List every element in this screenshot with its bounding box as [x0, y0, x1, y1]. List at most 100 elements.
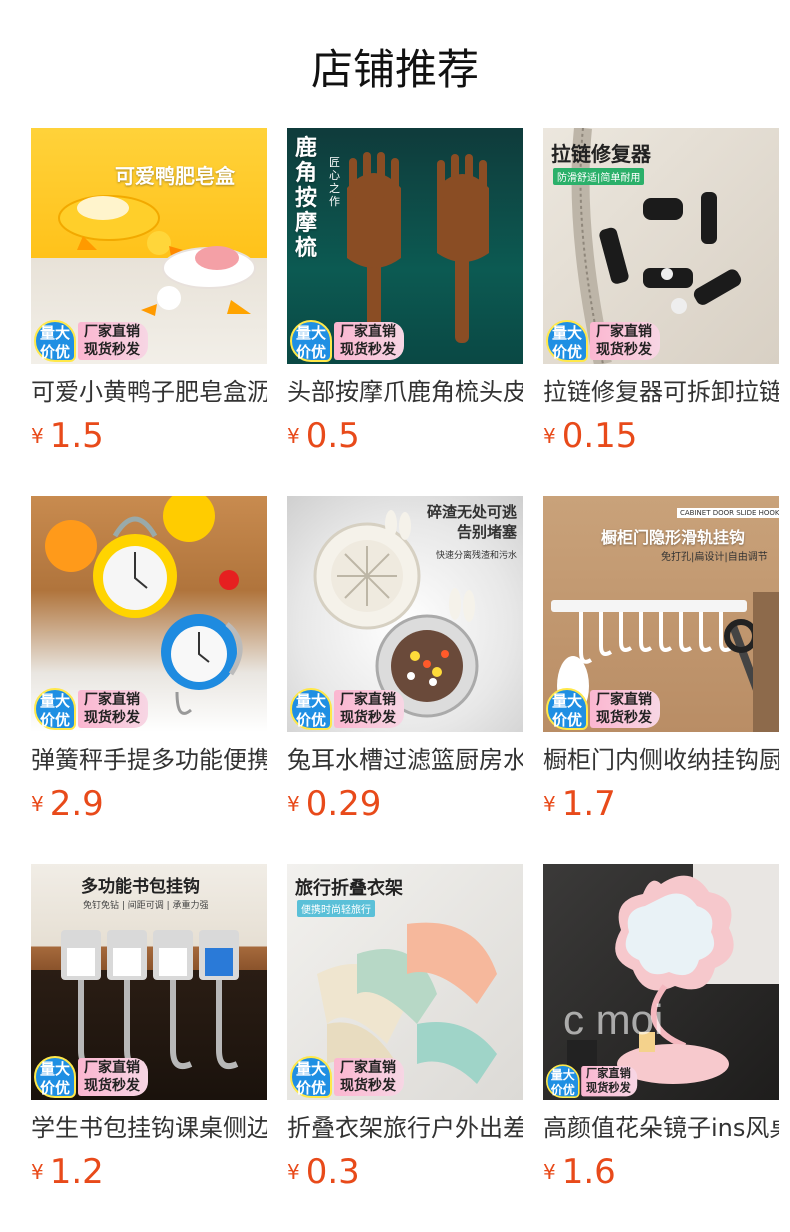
product-name[interactable]: 高颜值花朵镜子ins风桌面	[543, 1112, 779, 1144]
price-value: 1.5	[49, 416, 104, 456]
badge-text: 现货秒发	[340, 710, 396, 726]
product-image[interactable]: 旅行折叠衣架 便携时尚轻旅行 量大 价优 厂家直销 现货秒发	[287, 864, 523, 1100]
product-card[interactable]: 多功能书包挂钩 免钉免钻 | 间距可调 | 承重力强 量大 价优 厂家直销 现货秒发…	[31, 864, 267, 1232]
badge-segment: 厂家直销 现货秒发	[78, 690, 148, 728]
badge-text: 价优	[295, 711, 326, 729]
product-name[interactable]: 兔耳水槽过滤篮厨房水池	[287, 744, 523, 776]
promo-badge: 量大 价优 厂家直销 现货秒发	[546, 688, 660, 730]
product-card[interactable]: 碎渣无处可逃 告别堵塞 快速分离残渣和污水 量大 价优 厂家直销 现货秒发 兔耳水槽…	[287, 496, 523, 864]
product-name[interactable]: 橱柜门内侧收纳挂钩厨房	[543, 744, 779, 776]
badge-segment: 厂家直销 现货秒发	[590, 690, 660, 728]
price-value: 0.29	[305, 784, 382, 824]
price-value: 2.9	[49, 784, 104, 824]
product-price: ¥1.6	[543, 1152, 779, 1196]
product-card[interactable]: 量大价优 厂家直销现货秒发 弹簧秤手提多功能便携式 ¥2.9	[31, 496, 267, 864]
currency-symbol: ¥	[287, 792, 300, 816]
badge-segment: 厂家直销 现货秒发	[590, 322, 660, 360]
badge-text: 价优	[39, 711, 70, 729]
badge-text: 量大	[39, 324, 70, 342]
product-price: ¥0.5	[287, 416, 523, 460]
product-image[interactable]: 碎渣无处可逃 告别堵塞 快速分离残渣和污水 量大 价优 厂家直销 现货秒发	[287, 496, 523, 732]
promo-badge: 量大 价优 厂家直销现货秒发	[290, 320, 404, 362]
price-value: 0.3	[305, 1152, 360, 1192]
badge-segment: 量大 价优	[290, 1056, 332, 1098]
promo-badge: 量大 价优 厂家直销现货秒发	[34, 1056, 148, 1098]
product-image-headline: 可爱鸭肥皂盒	[115, 164, 235, 188]
product-image[interactable]: 鹿角按摩梳 匠心之作 量大 价优 厂家直销 现货秒发	[287, 128, 523, 364]
currency-symbol: ¥	[31, 1160, 44, 1184]
badge-segment: 厂家直销 现货秒发	[334, 690, 404, 728]
product-name[interactable]: 学生书包挂钩课桌侧边挂	[31, 1112, 267, 1144]
badge-text: 厂家直销	[84, 692, 140, 708]
product-card[interactable]: 拉链修复器 防滑舒适|简单耐用 量大 价优 厂家直销 现货秒发 拉链修复器可拆卸拉链…	[543, 128, 779, 496]
badge-segment: 量大 价优	[546, 320, 588, 362]
badge-text: 现货秒发	[340, 342, 396, 358]
currency-symbol: ¥	[31, 792, 44, 816]
product-card[interactable]: 鹿角按摩梳 匠心之作 量大 价优 厂家直销 现货秒发 头部按摩爪鹿角梳头皮 ¥0.5	[287, 128, 523, 496]
badge-text: 量大	[39, 692, 70, 710]
badge-text: 量大	[39, 1060, 70, 1078]
badge-text: 厂家直销	[340, 1060, 396, 1076]
product-card[interactable]: 旅行折叠衣架 便携时尚轻旅行 量大价优 厂家直销现货秒发 折叠衣架旅行户外出差便…	[287, 864, 523, 1232]
currency-symbol: ¥	[543, 792, 556, 816]
promo-badge: 量大 价优 厂家直销 现货秒发	[290, 1056, 404, 1098]
badge-segment: 厂家直销 现货秒发	[78, 1058, 148, 1096]
price-value: 0.5	[305, 416, 360, 456]
badge-text: 厂家直销	[586, 1067, 631, 1081]
product-image[interactable]: 可爱鸭肥皂盒 量大 价优 厂家直销 现货秒发	[31, 128, 267, 364]
product-card[interactable]: CABINET DOOR SLIDE HOOK 橱柜门隐形滑轨挂钩 免打孔|扁设…	[543, 496, 779, 864]
badge-segment: 量大 价优	[34, 320, 76, 362]
product-image-headline: 碎渣无处可逃 告别堵塞	[426, 503, 517, 541]
badge-text: 现货秒发	[84, 1078, 140, 1094]
product-name[interactable]: 头部按摩爪鹿角梳头皮	[287, 376, 523, 408]
badge-text: 厂家直销	[596, 324, 652, 340]
promo-badge: 量大 价优 厂家直销 现货秒发	[34, 320, 148, 362]
badge-segment: 量大 价优	[34, 688, 76, 730]
page-title: 店铺推荐	[310, 45, 479, 94]
product-price: ¥0.29	[287, 784, 523, 828]
product-price: ¥2.9	[31, 784, 267, 828]
product-image-subline: 免打孔|扁设计|自由调节	[661, 552, 768, 563]
badge-text: 厂家直销	[596, 692, 652, 708]
product-image-subline: 免钉免钻 | 间距可调 | 承重力强	[83, 901, 209, 911]
currency-symbol: ¥	[543, 1160, 556, 1184]
badge-text: 价优	[39, 1079, 70, 1097]
product-image-headline: 旅行折叠衣架	[295, 878, 403, 899]
price-value: 1.7	[561, 784, 616, 824]
product-name[interactable]: 折叠衣架旅行户外出差便携	[287, 1112, 523, 1144]
product-price: ¥0.15	[543, 416, 779, 460]
product-image[interactable]: 多功能书包挂钩 免钉免钻 | 间距可调 | 承重力强 量大 价优 厂家直销 现货秒发	[31, 864, 267, 1100]
promo-badge: 量大 价优 厂家直销 现货秒发	[34, 688, 148, 730]
badge-text: 价优	[551, 711, 582, 729]
product-image[interactable]: 量大 价优 厂家直销 现货秒发	[31, 496, 267, 732]
product-card[interactable]: 可爱鸭肥皂盒 量大价优 厂家直销现货秒发 可爱小黄鸭子肥皂盒沥水 ¥1.5	[31, 128, 267, 496]
product-image[interactable]: CABINET DOOR SLIDE HOOK 橱柜门隐形滑轨挂钩 免打孔|扁设…	[543, 496, 779, 732]
svg-text:c moi: c moi	[563, 996, 663, 1043]
badge-text: 现货秒发	[596, 710, 652, 726]
product-image[interactable]: 拉链修复器 防滑舒适|简单耐用 量大 价优 厂家直销 现货秒发	[543, 128, 779, 364]
currency-symbol: ¥	[31, 424, 44, 448]
badge-text: 厂家直销	[84, 1060, 140, 1076]
product-image[interactable]: c moi 量大 价优 厂家直销 现货秒发	[543, 864, 779, 1100]
product-name[interactable]: 可爱小黄鸭子肥皂盒沥水	[31, 376, 267, 408]
product-image-headline: 拉链修复器	[551, 142, 651, 166]
badge-segment: 量大 价优	[34, 1056, 76, 1098]
currency-symbol: ¥	[543, 424, 556, 448]
promo-badge: 量大 价优 厂家直销现货秒发	[546, 320, 660, 362]
badge-text: 价优	[551, 343, 582, 361]
badge-text: 现货秒发	[586, 1082, 631, 1095]
badge-segment: 量大 价优	[290, 320, 332, 362]
product-name[interactable]: 拉链修复器可拆卸拉链头	[543, 376, 779, 408]
badge-segment: 量大 价优	[290, 688, 332, 730]
product-image-headline: 橱柜门隐形滑轨挂钩	[601, 528, 746, 547]
promo-badge: 量大 价优 厂家直销 现货秒发	[290, 688, 404, 730]
badge-text: 现货秒发	[84, 342, 140, 358]
badge-text: 厂家直销	[340, 324, 396, 340]
product-name[interactable]: 弹簧秤手提多功能便携式	[31, 744, 267, 776]
badge-text: 现货秒发	[596, 342, 652, 358]
product-price: ¥0.3	[287, 1152, 523, 1196]
badge-text: 价优	[295, 1079, 326, 1097]
product-card[interactable]: c moi 量大价优 厂家直销现货秒发 高颜值花朵镜子ins风桌面 ¥1.6	[543, 864, 779, 1232]
product-price: ¥1.7	[543, 784, 779, 828]
badge-segment: 厂家直销 现货秒发	[334, 322, 404, 360]
